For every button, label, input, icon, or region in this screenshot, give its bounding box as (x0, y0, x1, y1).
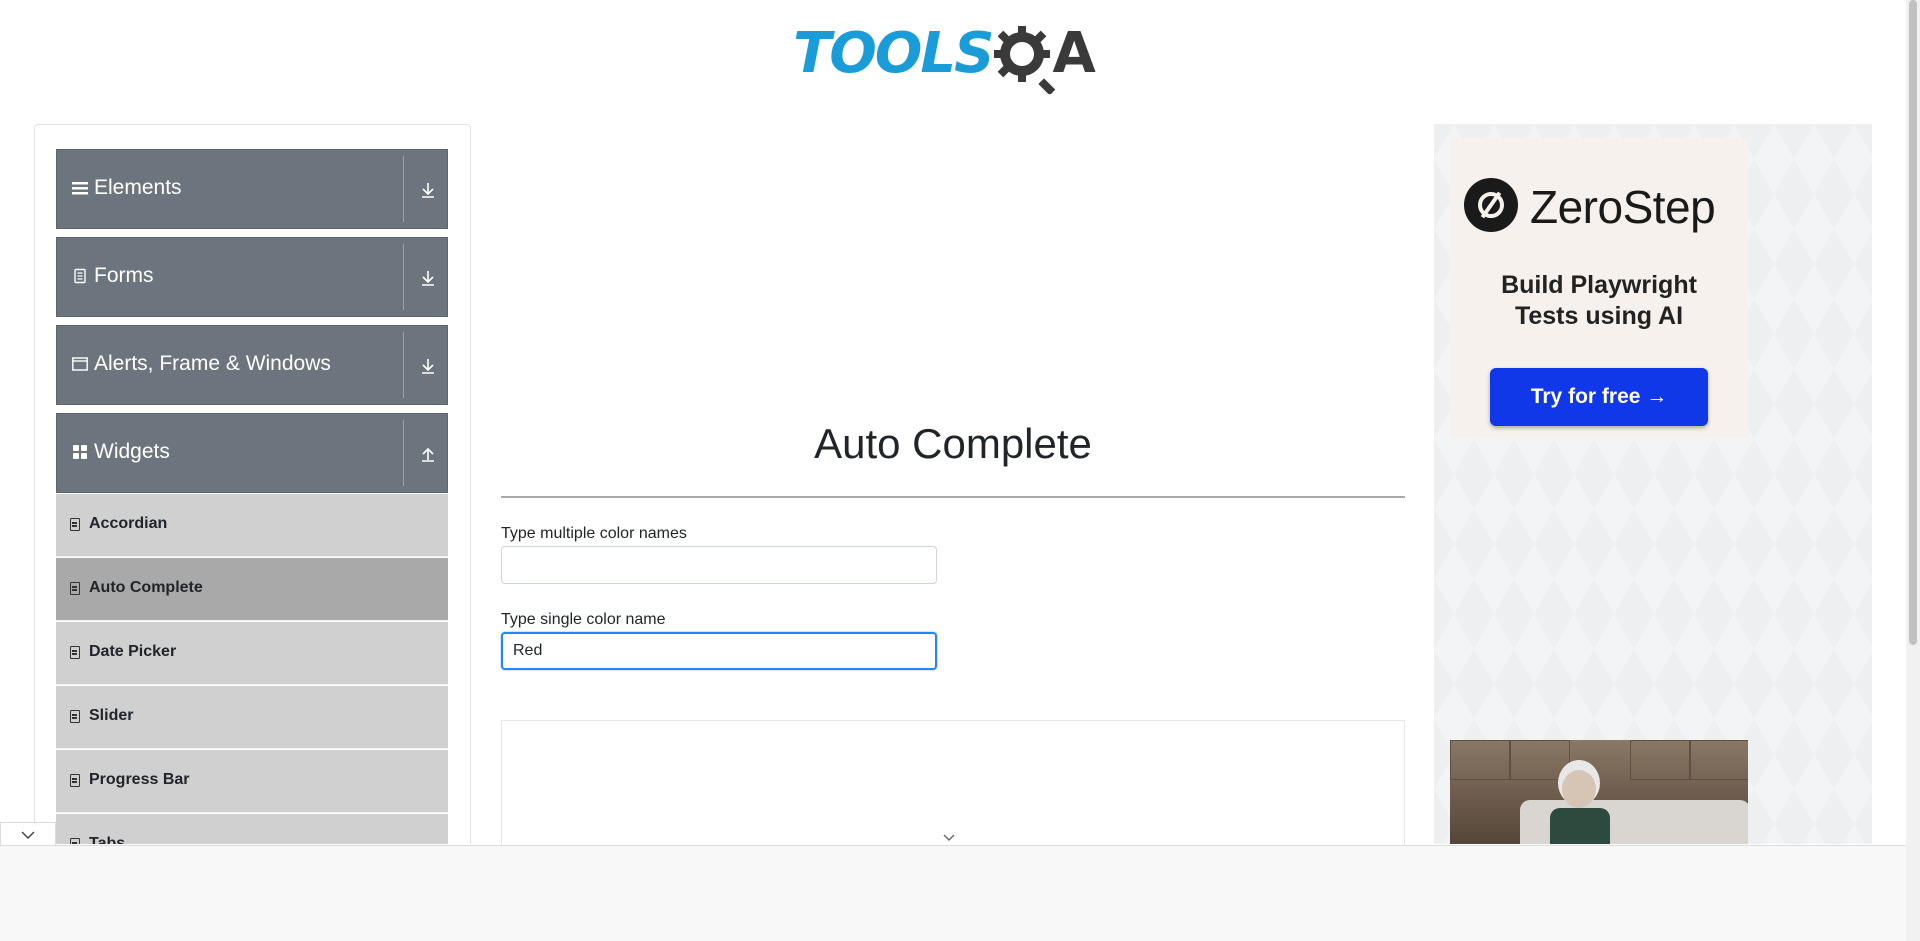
grid-icon (73, 445, 87, 459)
sidebar-group-label: Forms (94, 264, 154, 287)
file-icon (70, 582, 80, 595)
logo-tools-text: TOOLS (793, 20, 994, 86)
sidebar-group-label: Alerts, Frame & Windows (94, 352, 331, 375)
zerostep-logo-icon (1464, 178, 1518, 232)
person-body (1550, 808, 1610, 844)
ad-tagline-line1: Build Playwright (1501, 271, 1697, 299)
sidebar-item-label: Accordian (89, 515, 168, 532)
divider (403, 244, 404, 310)
file-icon (70, 646, 80, 659)
sidebar-item-progress-bar[interactable]: Progress Bar (56, 750, 448, 813)
divider (403, 332, 404, 398)
title-divider (501, 496, 1405, 498)
document-icon (74, 268, 86, 284)
gear-icon (994, 25, 1056, 94)
sidebar-group-label: Widgets (94, 440, 170, 463)
collapse-ad-button[interactable] (0, 822, 56, 846)
sidebar-group-label: Elements (94, 176, 182, 199)
sidebar-item-label: Progress Bar (89, 771, 190, 788)
sidebar-item-auto-complete[interactable]: Auto Complete (56, 558, 448, 621)
sidebar-item-label: Auto Complete (89, 579, 203, 596)
sidebar-item-label: Slider (89, 707, 134, 724)
sidebar-group-elements[interactable]: Elements (56, 149, 448, 229)
bottom-ad-bar (0, 845, 1906, 941)
single-color-input[interactable]: Red (501, 632, 937, 670)
sidebar-group-alerts[interactable]: Alerts, Frame & Windows (56, 325, 448, 405)
try-for-free-button[interactable]: Try for free → (1490, 368, 1708, 426)
ad-video-thumbnail[interactable] (1450, 740, 1748, 844)
person-head (1562, 770, 1596, 808)
window-icon (72, 357, 88, 371)
download-icon[interactable] (419, 356, 437, 376)
ad-tagline: Build Playwright Tests using AI (1450, 270, 1748, 332)
sidebar-item-label: Date Picker (89, 643, 177, 660)
right-advertisement: ZeroStep Build Playwright Tests using AI… (1434, 124, 1872, 844)
logo-a-text: A (1052, 20, 1096, 86)
upload-icon[interactable] (419, 444, 437, 464)
sidebar-group-forms[interactable]: Forms (56, 237, 448, 317)
multi-color-input[interactable] (501, 546, 937, 584)
page-scrollbar[interactable] (1906, 0, 1920, 941)
divider (403, 156, 404, 222)
sidebar-item-date-picker[interactable]: Date Picker (56, 622, 448, 685)
sidebar-item-label: Tabs (89, 835, 126, 844)
file-icon (70, 838, 80, 844)
hamburger-icon (72, 182, 88, 195)
sidebar-item-slider[interactable]: Slider (56, 686, 448, 749)
multi-color-label: Type multiple color names (501, 525, 687, 542)
file-icon (70, 774, 80, 787)
site-header: TOOLS A (0, 0, 1906, 100)
divider (403, 420, 404, 486)
single-color-label: Type single color name (501, 611, 666, 628)
toolsqa-logo[interactable]: TOOLS A (793, 16, 1115, 94)
ad-tagline-line2: Tests using AI (1514, 302, 1684, 330)
download-icon[interactable] (419, 180, 437, 200)
sidebar-item-accordian[interactable]: Accordian (56, 494, 448, 557)
zerostep-ad-card[interactable]: ZeroStep Build Playwright Tests using AI… (1450, 138, 1748, 438)
file-icon (70, 710, 80, 723)
left-sidebar: Elements Forms Alerts, Frame & Windows W… (34, 124, 471, 844)
sidebar-item-tabs[interactable]: Tabs (56, 814, 448, 844)
chevron-down-icon (21, 830, 35, 839)
scrollbar-thumb[interactable] (1909, 0, 1917, 645)
sidebar-group-widgets[interactable]: Widgets (56, 413, 448, 493)
file-icon (70, 518, 80, 531)
download-icon[interactable] (419, 268, 437, 288)
ad-brand: ZeroStep (1530, 181, 1716, 233)
page-title: Auto Complete (814, 420, 1092, 467)
chevron-down-icon[interactable] (942, 832, 956, 846)
ad-container (501, 720, 1405, 850)
